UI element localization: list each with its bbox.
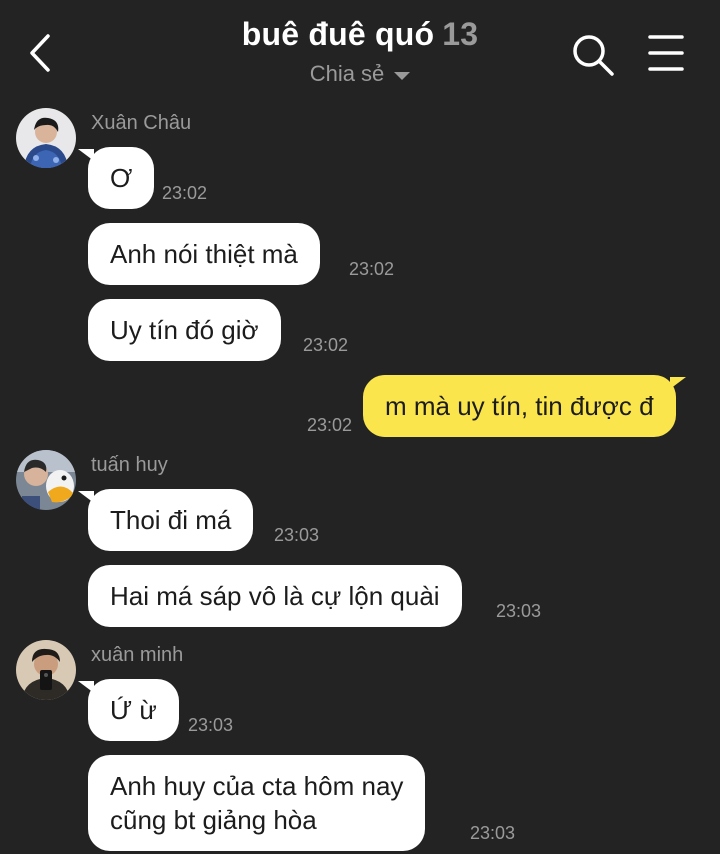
chat-screen: buê đuê quó 13 Chia sẻ Xuân Châu Ơ 23:02…: [0, 0, 720, 854]
avatar-xuan-chau[interactable]: [16, 108, 76, 168]
caret-down-icon: [394, 71, 411, 80]
chat-title: buê đuê quó 13: [160, 16, 560, 53]
message-time: 23:03: [470, 823, 516, 843]
chat-header: buê đuê quó 13 Chia sẻ: [0, 0, 720, 100]
menu-button[interactable]: [646, 32, 686, 74]
message-time: 23:03: [188, 715, 234, 735]
message-line: Anh huy của cta hôm nay: [110, 771, 404, 801]
message-time: 23:02: [307, 415, 353, 435]
message-time: 23:03: [274, 525, 320, 545]
avatar-image: [16, 108, 76, 168]
hamburger-menu-icon: [648, 35, 684, 71]
message-bubble[interactable]: Thoi đi má: [77, 489, 254, 551]
message-time: 23:02: [349, 259, 395, 279]
member-count: 13: [442, 16, 479, 52]
avatar-tuan-huy[interactable]: [16, 450, 76, 510]
message-time: 23:02: [303, 335, 349, 355]
message-bubble[interactable]: Uy tín đó giờ: [88, 299, 281, 361]
message-bubble[interactable]: Anh nói thiệt mà: [88, 223, 320, 285]
share-dropdown[interactable]: Chia sẻ: [310, 61, 411, 87]
avatar-image: [16, 640, 76, 700]
search-icon: [573, 35, 614, 76]
message-bubble[interactable]: Anh huy của cta hôm nay cũng bt giảng hò…: [88, 755, 426, 851]
sender-name: tuấn huy: [91, 454, 168, 476]
message-bubble[interactable]: Hai má sáp vô là cự lộn quài: [88, 565, 462, 627]
chevron-left-icon: [30, 34, 50, 72]
message-bubble[interactable]: Ứ ừ: [78, 679, 179, 741]
search-button[interactable]: [570, 32, 616, 78]
avatar-xuan-minh[interactable]: [16, 640, 76, 700]
my-message-bubble[interactable]: m mà uy tín, tin được đ: [363, 375, 686, 437]
message-bubble[interactable]: Ơ: [77, 147, 155, 209]
sender-name: xuân minh: [91, 644, 184, 666]
back-button[interactable]: [22, 30, 62, 76]
chat-name: buê đuê quó: [241, 16, 435, 52]
chat-title-area[interactable]: buê đuê quó 13 Chia sẻ: [160, 16, 560, 87]
message-time: 23:02: [162, 183, 208, 203]
avatar-image: [16, 450, 76, 510]
sender-name: Xuân Châu: [91, 112, 192, 134]
share-label: Chia sẻ: [309, 61, 385, 86]
message-line: cũng bt giảng hòa: [110, 805, 317, 835]
message-time: 23:03: [496, 601, 542, 621]
